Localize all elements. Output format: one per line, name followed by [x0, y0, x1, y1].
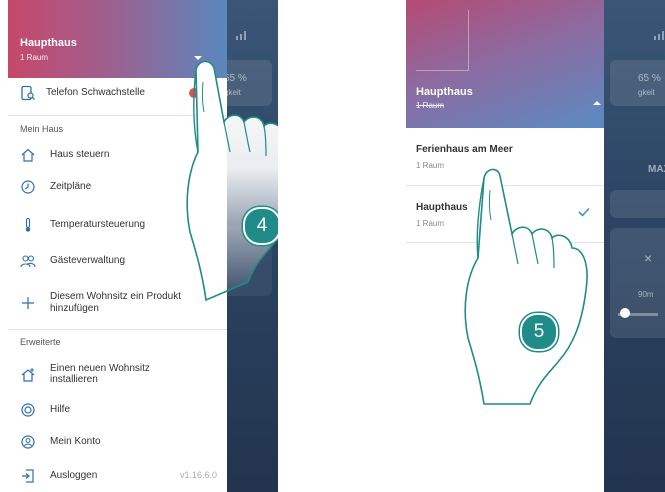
home-name: Haupthaus	[20, 37, 77, 49]
menu-item-label-line2: hinzufügen	[50, 303, 99, 314]
divider	[8, 329, 227, 330]
menu-item-hilfe[interactable]: Hilfe	[8, 397, 227, 423]
option-subtitle: 1 Raum	[416, 161, 445, 170]
menu-item-label: Haus steuern	[50, 149, 110, 160]
menu-item-new-residence[interactable]: Einen neuen Wohnsitz installieren	[8, 358, 227, 392]
bg-card	[610, 190, 665, 218]
right-phone-screen: 65 % gkeit MAX × 90m Haupthaus 1 Raum Fe…	[406, 0, 665, 492]
clock-icon	[21, 180, 35, 194]
home-icon	[21, 148, 35, 162]
step-badge: 4	[243, 207, 278, 245]
signal-icon	[236, 31, 246, 40]
max-label: MAX	[648, 164, 665, 175]
header-decoration	[416, 10, 469, 71]
left-phone-screen: 65 % gkeit Haupthaus 1 Raum Telefon Schw…	[8, 0, 278, 492]
close-icon: ×	[644, 250, 653, 266]
phone-search-icon	[21, 85, 35, 101]
menu-item-mein-konto[interactable]: Mein Konto	[8, 429, 227, 455]
section-erweiterte: Erweiterte	[20, 337, 61, 347]
option-subtitle: 1 Raum	[416, 219, 445, 228]
menu-item-label: Gästeverwaltung	[50, 255, 126, 266]
drawer-header[interactable]: Haupthaus 1 Raum	[406, 0, 604, 128]
logout-icon	[22, 469, 34, 483]
phone-weakness-label: Telefon Schwachstelle	[46, 87, 145, 98]
humidity-value: 65 %	[638, 73, 661, 84]
bg-card	[610, 228, 665, 338]
signal-icon	[654, 31, 664, 40]
chevron-up-icon[interactable]	[593, 101, 601, 105]
menu-item-label: Hilfe	[50, 404, 71, 415]
menu-item-label-line2: installieren	[50, 374, 98, 385]
home-add-icon	[21, 368, 35, 382]
option-title: Ferienhaus am Meer	[416, 144, 513, 155]
home-room-count: 1 Raum	[20, 53, 49, 62]
section-mein-haus: Mein Haus	[20, 124, 64, 134]
menu-item-label: Einen neuen Wohnsitz	[50, 363, 150, 374]
menu-item-label: Ausloggen	[50, 470, 98, 481]
hand-pointer-illustration	[186, 60, 278, 302]
step-badge: 5	[520, 313, 558, 351]
plus-icon	[22, 297, 34, 309]
menu-item-label: Temperatursteuerung	[50, 219, 146, 230]
slider-thumb	[620, 308, 630, 318]
hand-pointer-illustration	[464, 168, 588, 405]
help-icon	[21, 403, 35, 417]
home-name: Haupthaus	[416, 86, 473, 98]
thermometer-icon	[25, 217, 31, 232]
account-icon	[21, 435, 35, 449]
app-version: v1.16.6.0	[180, 470, 218, 480]
timer-value: 90m	[638, 290, 654, 299]
menu-item-label: Zeitpläne	[50, 181, 92, 192]
humidity-label: gkeit	[638, 88, 655, 97]
guests-icon	[20, 255, 36, 268]
menu-item-label: Mein Konto	[50, 436, 101, 447]
home-room-count: 1 Raum	[416, 101, 445, 110]
